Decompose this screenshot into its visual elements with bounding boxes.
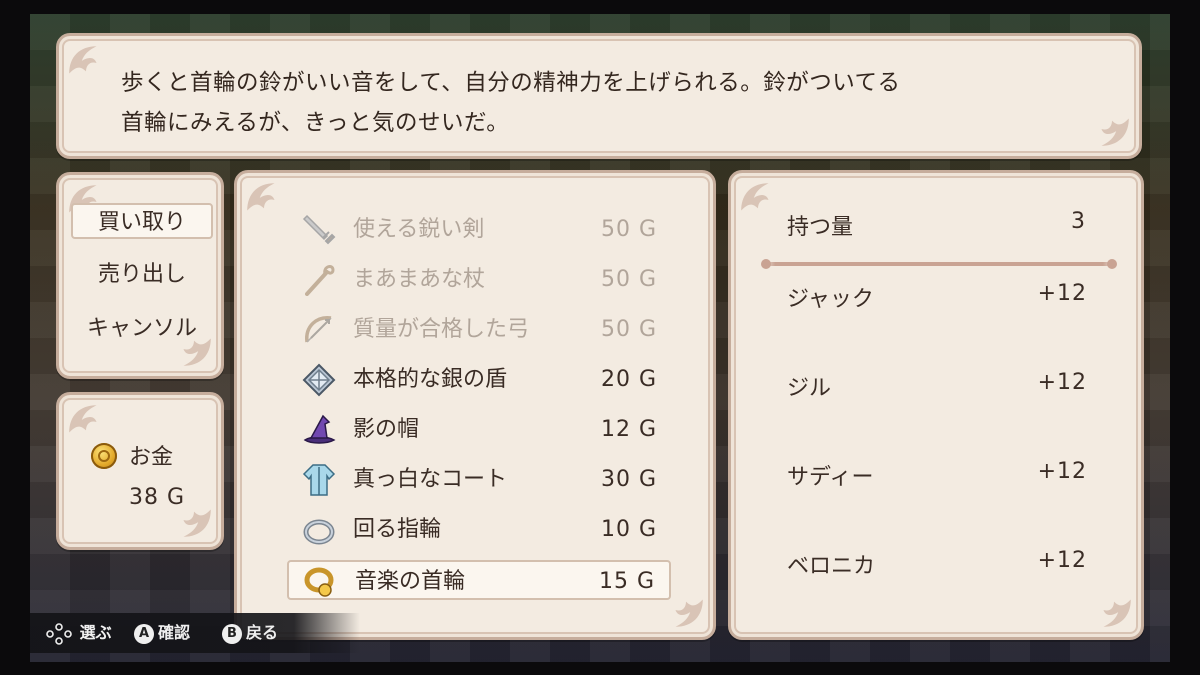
item-price: 20 G	[600, 367, 657, 392]
shop-item-selected[interactable]: 音楽の首輪 15 G	[287, 560, 671, 600]
description-line: 首輪にみえるが、きっと気のせいだ。	[121, 110, 510, 136]
item-name: 回る指輪	[353, 517, 442, 542]
shop-item[interactable]: まあまあな杖 50 G	[287, 260, 671, 300]
ornament-corner	[65, 401, 107, 443]
shop-item[interactable]: 質量が合格した弓 50 G	[287, 310, 671, 350]
staff-icon	[301, 262, 337, 298]
confirm-label: 確認	[158, 623, 191, 642]
item-price: 10 G	[600, 517, 657, 542]
item-name: 使える鋭い剣	[353, 217, 485, 242]
party-member-row: ジル +12	[787, 370, 1087, 404]
ornament-corner	[65, 42, 107, 84]
shop-item[interactable]: 本格的な銀の盾 20 G	[287, 360, 671, 400]
b-button-icon: B	[222, 623, 242, 644]
shop-item-list: 使える鋭い剣 50 G まあまあな杖 50 G 質量が合格した弓 50 G 本格…	[234, 170, 716, 640]
sword-icon	[301, 212, 337, 248]
bow-icon	[301, 312, 337, 348]
item-price: 50 G	[600, 217, 657, 242]
command-menu: 買い取り 売り出し キャンソル	[56, 172, 224, 379]
item-price: 30 G	[600, 467, 657, 492]
item-price: 50 G	[600, 317, 657, 342]
confirm-hint: A 確認	[134, 613, 190, 653]
shop-item[interactable]: 真っ白なコート 30 G	[287, 460, 671, 500]
description-line: 歩くと首輪の鈴がいい音をして、自分の精神力を上げられる。鈴がついてる	[121, 70, 901, 96]
buy-command[interactable]: 買い取り	[71, 203, 213, 239]
shop-item[interactable]: 影の帽 12 G	[287, 410, 671, 450]
coat-icon	[301, 462, 337, 498]
wizard-hat-icon	[301, 412, 337, 448]
member-stat-change: +12	[1037, 548, 1087, 573]
back-hint: B 戻る	[222, 613, 278, 653]
member-name: サディー	[787, 465, 874, 490]
ornament-corner	[1093, 589, 1135, 631]
money-label: お金	[129, 445, 174, 470]
ornament-corner	[243, 179, 285, 221]
divider	[761, 259, 1117, 269]
member-name: ベロニカ	[787, 554, 876, 579]
ornament-corner	[665, 589, 707, 631]
member-name: ジャック	[787, 287, 874, 312]
silver-shield-icon	[301, 362, 337, 398]
member-name: ジル	[787, 376, 832, 401]
item-description-panel: 歩くと首輪の鈴がいい音をして、自分の精神力を上げられる。鈴がついてる 首輪にみえ…	[56, 33, 1142, 159]
item-name: 本格的な銀の盾	[353, 367, 508, 392]
ornament-corner	[737, 179, 779, 221]
party-status-panel: 持つ量 3 ジャック +12 ジル +12 サディー +12 ベロニカ +12	[728, 170, 1144, 640]
collar-icon	[303, 564, 339, 600]
item-price: 15 G	[598, 569, 655, 594]
party-member-row: ジャック +12	[787, 281, 1087, 315]
shop-item[interactable]: 使える鋭い剣 50 G	[287, 210, 671, 250]
party-member-row: サディー +12	[787, 459, 1087, 493]
party-member-row: ベロニカ +12	[787, 548, 1087, 582]
hold-quantity-value: 3	[1071, 209, 1085, 234]
member-stat-change: +12	[1037, 459, 1087, 484]
item-price: 50 G	[600, 267, 657, 292]
gold-coin-icon	[91, 443, 117, 469]
back-label: 戻る	[246, 623, 279, 642]
item-name: まあまあな杖	[353, 267, 486, 292]
money-amount: 38 G	[129, 485, 186, 510]
member-stat-change: +12	[1037, 281, 1087, 306]
control-hint-bar: 選ぶ A 確認 B 戻る	[30, 613, 360, 653]
item-name: 質量が合格した弓	[353, 317, 530, 342]
select-label: 選ぶ	[79, 623, 112, 642]
select-hint: 選ぶ	[44, 613, 112, 653]
member-stat-change: +12	[1037, 370, 1087, 395]
cancel-command[interactable]: キャンソル	[71, 311, 213, 347]
item-name: 音楽の首輪	[355, 569, 466, 594]
item-name: 真っ白なコート	[353, 467, 508, 492]
money-panel: お金 38 G	[56, 392, 224, 550]
sell-command[interactable]: 売り出し	[71, 257, 213, 293]
dpad-icon	[46, 622, 72, 645]
ring-icon	[301, 512, 337, 548]
shop-item[interactable]: 回る指輪 10 G	[287, 510, 671, 550]
a-button-icon: A	[134, 623, 154, 644]
item-name: 影の帽	[353, 417, 420, 442]
item-price: 12 G	[600, 417, 657, 442]
hold-quantity-label: 持つ量	[787, 215, 854, 240]
